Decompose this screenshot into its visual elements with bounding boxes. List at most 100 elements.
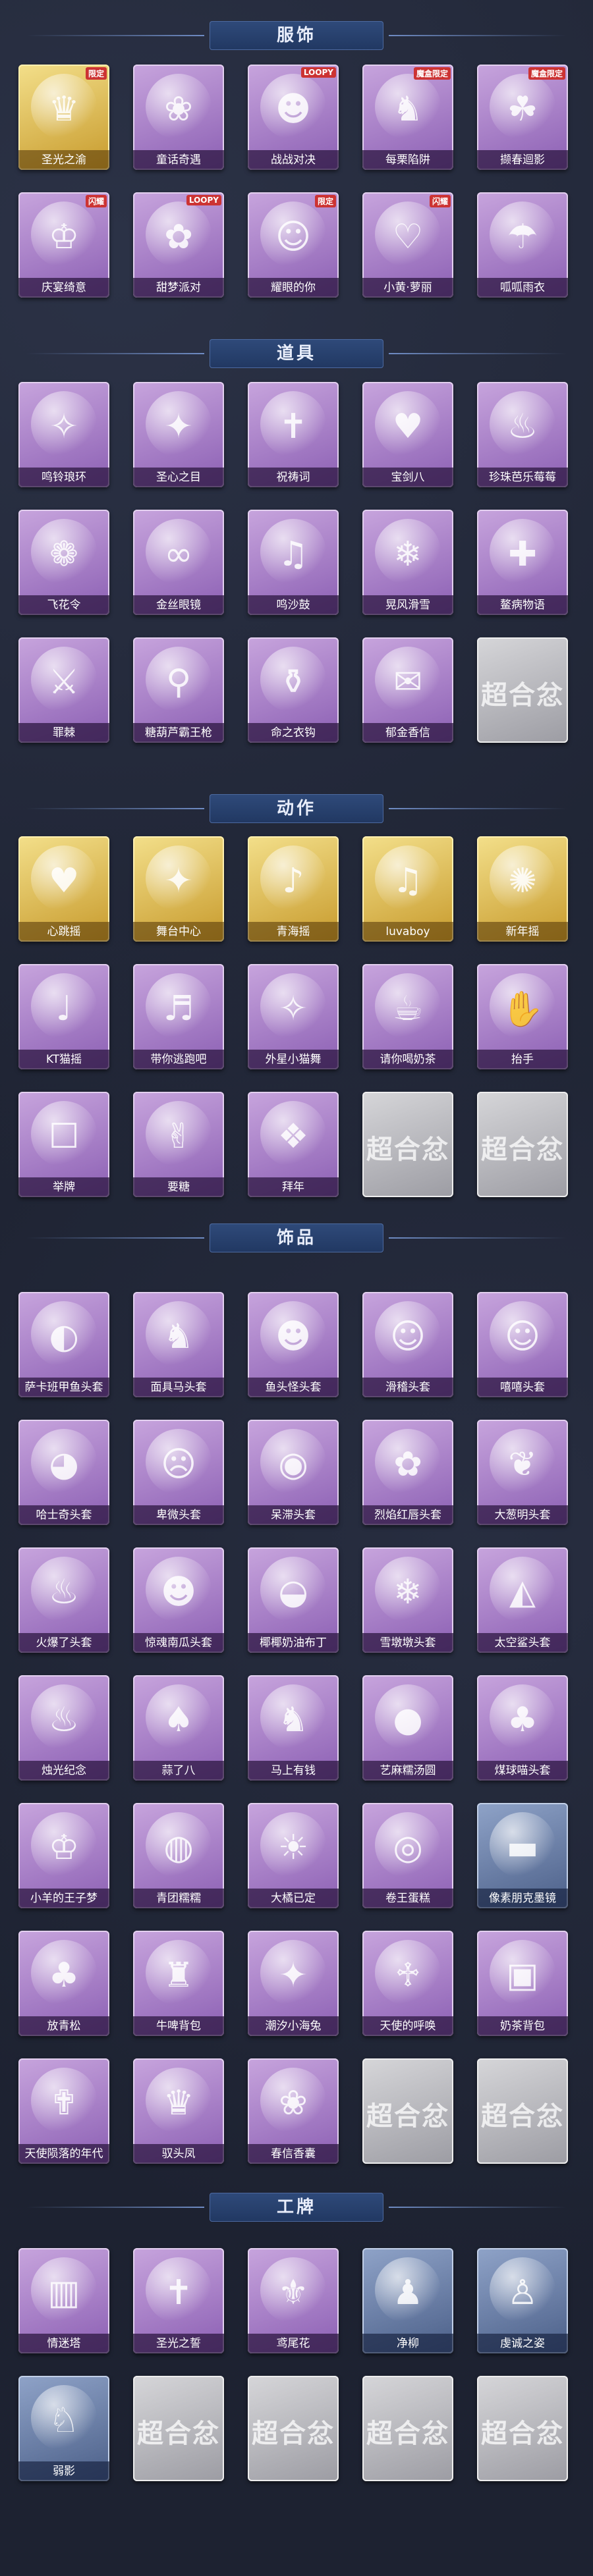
item-icon: ⚜: [277, 2273, 309, 2313]
item-card[interactable]: ❁ 飞花令: [18, 510, 109, 615]
locked-watermark: 超合忿: [137, 2419, 220, 2449]
item-card[interactable]: ● 艺麻糯汤圆: [362, 1675, 453, 1781]
item-card[interactable]: ❖ 拜年: [248, 1092, 339, 1197]
item-card[interactable]: ◐ 萨卡班甲鱼头套: [18, 1292, 109, 1397]
item-card[interactable]: ♨ 火爆了头套: [18, 1547, 109, 1653]
item-card[interactable]: ♠ 蒜了八: [133, 1675, 224, 1781]
item-card[interactable]: ☐ 举牌: [18, 1092, 109, 1197]
item-card[interactable]: ♫ 鸣沙鼓: [248, 510, 339, 615]
item-card[interactable]: ◍ 青团糯糯: [133, 1803, 224, 1908]
locked-item-card[interactable]: 超合忿: [133, 2376, 224, 2481]
item-card[interactable]: ❦ 大葱明头套: [477, 1420, 568, 1525]
item-icon: ☘: [507, 90, 538, 129]
item-card[interactable]: ☺ 限定 耀眼的你: [248, 192, 339, 298]
item-card[interactable]: ✦ 舞台中心: [133, 836, 224, 942]
locked-watermark: 超合忿: [252, 2419, 335, 2449]
item-card[interactable]: ✧ 外星小猫舞: [248, 964, 339, 1069]
item-card[interactable]: ❄ 晃风滑雪: [362, 510, 453, 615]
item-card[interactable]: ☻ LOOPY 战战对决: [248, 65, 339, 170]
item-card[interactable]: ♫ luvaboy: [362, 836, 453, 942]
locked-item-card[interactable]: 超合忿: [362, 2058, 453, 2164]
item-card[interactable]: ♟ 净柳: [362, 2248, 453, 2353]
item-card[interactable]: ☺ 滑稽头套: [362, 1292, 453, 1397]
item-card[interactable]: ⚔ 罪棘: [18, 637, 109, 743]
item-card[interactable]: ❄ 雪墩墩头套: [362, 1547, 453, 1653]
item-card[interactable]: ♣ 放青松: [18, 1931, 109, 2036]
item-card[interactable]: ♬ 带你逃跑吧: [133, 964, 224, 1069]
item-name: 心跳摇: [18, 922, 109, 942]
item-card[interactable]: ✝ 圣光之誓: [133, 2248, 224, 2353]
item-name: 弱影: [18, 2461, 109, 2481]
item-card[interactable]: ✿ 烈焰红唇头套: [362, 1420, 453, 1525]
item-icon: ▥: [47, 2273, 80, 2313]
item-card[interactable]: ✺ 新年摇: [477, 836, 568, 942]
locked-item-card[interactable]: 超合忿: [477, 2376, 568, 2481]
section-title-bar: 动作: [210, 794, 383, 823]
item-icon: ☹: [160, 1445, 197, 1484]
item-card[interactable]: ◭ 太空鲨头套: [477, 1547, 568, 1653]
item-card[interactable]: ♥ 心跳摇: [18, 836, 109, 942]
item-card[interactable]: ♔ 闪耀 庆宴绮意: [18, 192, 109, 298]
item-card[interactable]: ♛ 驭头凤: [133, 2058, 224, 2164]
item-card[interactable]: ☻ 惊魂南瓜头套: [133, 1547, 224, 1653]
item-card[interactable]: ◕ 哈士奇头套: [18, 1420, 109, 1525]
item-name: 耀眼的你: [248, 278, 339, 298]
item-card[interactable]: ☻ 鱼头怪头套: [248, 1292, 339, 1397]
item-card[interactable]: ✦ 圣心之目: [133, 382, 224, 487]
item-card[interactable]: ◉ 呆滞头套: [248, 1420, 339, 1525]
item-card[interactable]: ✝ 祝祷词: [248, 382, 339, 487]
item-card[interactable]: ♔ 小羊的王子梦: [18, 1803, 109, 1908]
item-card[interactable]: ✧ 鸣铃琅环: [18, 382, 109, 487]
item-card[interactable]: ♨ 珍珠芭乐莓莓: [477, 382, 568, 487]
item-card[interactable]: ♣ 煤球喵头套: [477, 1675, 568, 1781]
item-card[interactable]: ♜ 牛啤背包: [133, 1931, 224, 2036]
item-card[interactable]: ☹ 卑微头套: [133, 1420, 224, 1525]
item-card[interactable]: ♞ 面具马头套: [133, 1292, 224, 1397]
locked-item-card[interactable]: 超合忿: [362, 2376, 453, 2481]
item-card[interactable]: ♛ 限定 圣光之渝: [18, 65, 109, 170]
item-card[interactable]: ♞ 魔盒限定 每栗陷阱: [362, 65, 453, 170]
item-name: 甜梦派对: [133, 278, 224, 298]
item-card[interactable]: ✚ 鳌病物语: [477, 510, 568, 615]
item-card[interactable]: ◒ 椰椰奶油布丁: [248, 1547, 339, 1653]
item-icon: ☺: [275, 217, 312, 257]
item-card[interactable]: ❀ 童话奇遇: [133, 65, 224, 170]
item-name: 珍珠芭乐莓莓: [477, 468, 568, 487]
item-card[interactable]: ☺ 嘻嘻头套: [477, 1292, 568, 1397]
item-card[interactable]: ✦ 潮汐小海兔: [248, 1931, 339, 2036]
item-card[interactable]: ♞ 马上有钱: [248, 1675, 339, 1781]
item-card[interactable]: ▬ 像素朋克墨镜: [477, 1803, 568, 1908]
locked-item-card[interactable]: 超合忿: [477, 637, 568, 743]
item-card[interactable]: ♩ KT猫摇: [18, 964, 109, 1069]
item-card[interactable]: ∞ 金丝眼镜: [133, 510, 224, 615]
item-card[interactable]: ♙ 虔诚之姿: [477, 2248, 568, 2353]
locked-item-card[interactable]: 超合忿: [362, 1092, 453, 1197]
item-card[interactable]: ▥ 情迷塔: [18, 2248, 109, 2353]
item-card[interactable]: ♱ 天使的呼唤: [362, 1931, 453, 2036]
locked-item-card[interactable]: 超合忿: [477, 1092, 568, 1197]
item-card[interactable]: ♪ 青海摇: [248, 836, 339, 942]
locked-item-card[interactable]: 超合忿: [477, 2058, 568, 2164]
item-card[interactable]: ♨ 烛光纪念: [18, 1675, 109, 1781]
item-icon: ♟: [392, 2273, 424, 2313]
item-card[interactable]: ⚲ 糖葫芦霸王枪: [133, 637, 224, 743]
item-card[interactable]: ☕ 请你喝奶茶: [362, 964, 453, 1069]
item-card[interactable]: ⚱ 命之衣钩: [248, 637, 339, 743]
item-card[interactable]: ▣ 奶茶背包: [477, 1931, 568, 2036]
locked-watermark: 超合忿: [481, 1135, 564, 1165]
item-card[interactable]: ♥ 宝剑八: [362, 382, 453, 487]
item-card[interactable]: ◎ 卷王蛋糕: [362, 1803, 453, 1908]
item-card[interactable]: ❀ 春信香囊: [248, 2058, 339, 2164]
item-card[interactable]: ✌ 要糖: [133, 1092, 224, 1197]
item-card[interactable]: ☘ 魔盒限定 撷春迴影: [477, 65, 568, 170]
item-card[interactable]: ⚜ 鸢尾花: [248, 2248, 339, 2353]
item-card[interactable]: ☀ 大橘已定: [248, 1803, 339, 1908]
item-card[interactable]: ✟ 天使陨落的年代: [18, 2058, 109, 2164]
item-card[interactable]: ♘ 弱影: [18, 2376, 109, 2481]
item-card[interactable]: ✿ LOOPY 甜梦派对: [133, 192, 224, 298]
item-card[interactable]: ✋ 抬手: [477, 964, 568, 1069]
item-card[interactable]: ☂ 呱呱雨衣: [477, 192, 568, 298]
item-card[interactable]: ♡ 闪耀 小黄·萝丽: [362, 192, 453, 298]
item-card[interactable]: ✉ 郁金香信: [362, 637, 453, 743]
locked-item-card[interactable]: 超合忿: [248, 2376, 339, 2481]
